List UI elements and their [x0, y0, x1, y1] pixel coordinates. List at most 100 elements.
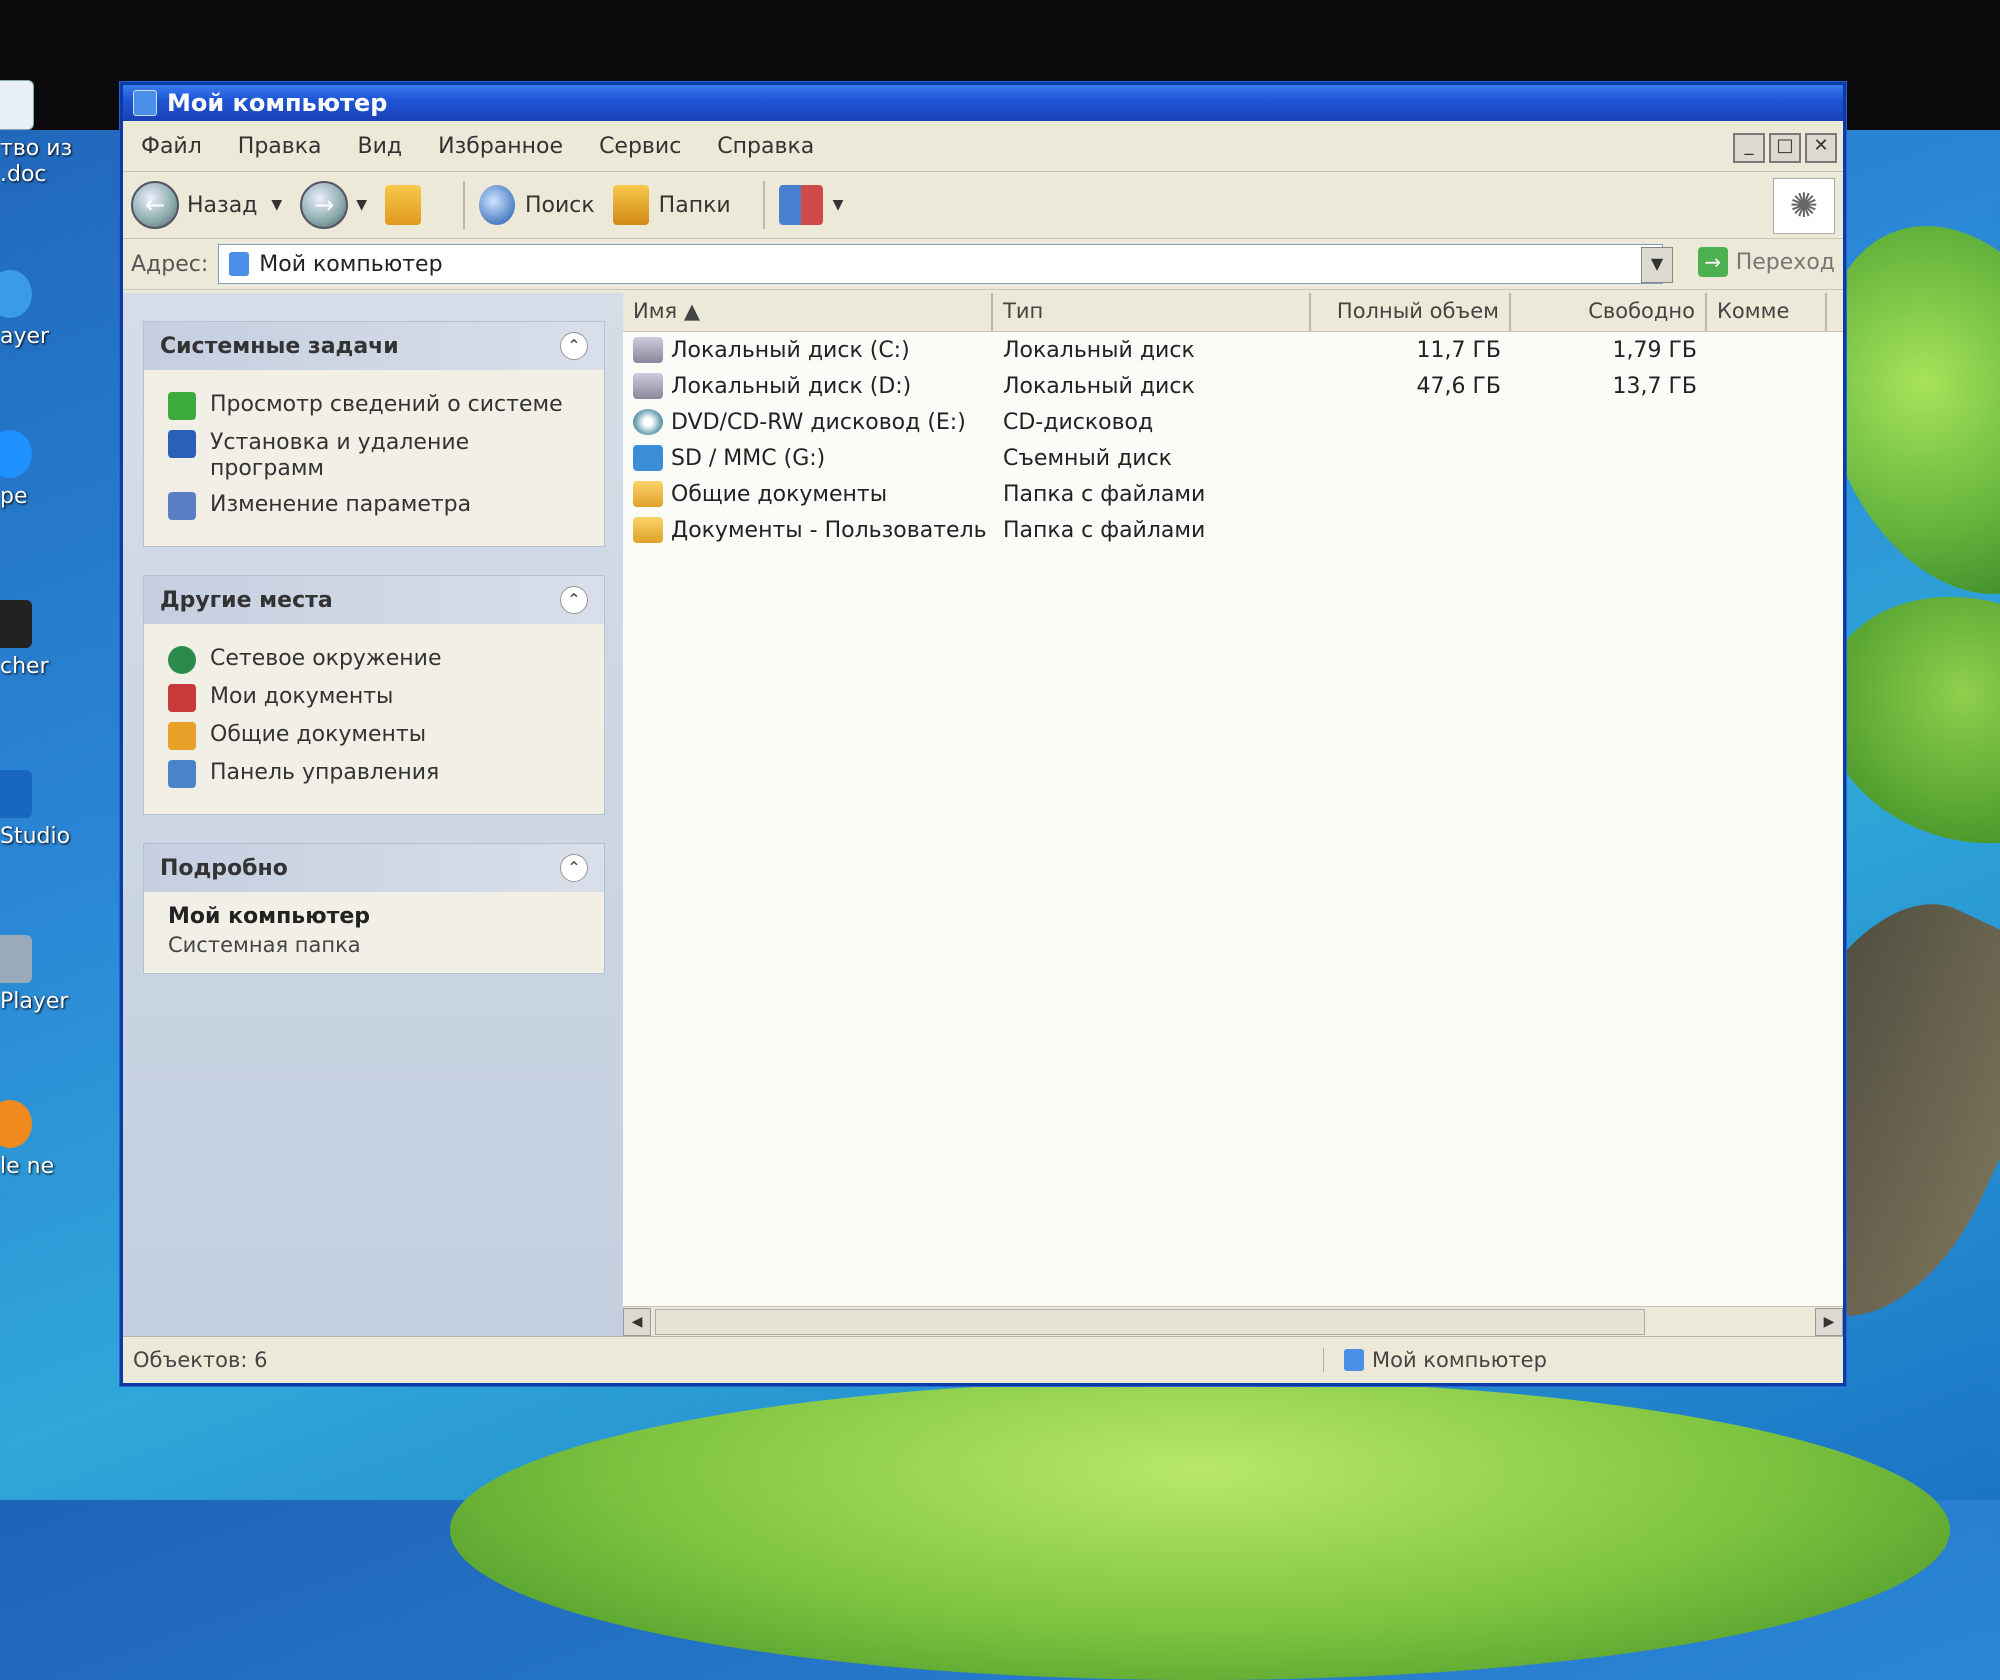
back-button[interactable]: ← Назад ▼ — [131, 181, 282, 229]
collapse-icon[interactable]: ⌃ — [560, 854, 588, 882]
search-button[interactable]: Поиск — [478, 185, 595, 225]
system-tasks-header[interactable]: Системные задачи ⌃ — [144, 322, 604, 370]
views-button[interactable]: ▼ — [778, 185, 844, 225]
menu-help[interactable]: Справка — [699, 134, 832, 159]
details-panel: Подробно ⌃ Мой компьютер Системная папка — [143, 843, 605, 974]
toolbar-separator — [762, 181, 765, 229]
task-add-remove-programs[interactable]: Установка и удаление программ — [168, 430, 588, 482]
place-control-panel[interactable]: Панель управления — [168, 760, 588, 788]
go-button[interactable]: → Переход — [1697, 247, 1835, 277]
desktop-icon-player-2[interactable]: Player — [0, 935, 110, 1015]
horizontal-scrollbar[interactable]: ◀ ▶ — [623, 1306, 1843, 1337]
item-size: 11,7 ГБ — [1416, 337, 1502, 363]
network-icon — [168, 646, 196, 674]
desktop-icon-launcher[interactable]: cher — [0, 600, 110, 680]
place-label: Общие документы — [210, 722, 427, 747]
place-my-documents[interactable]: Мои документы — [168, 684, 588, 712]
wallpaper-leaf — [450, 1380, 1950, 1680]
player-icon — [0, 270, 32, 318]
item-free: 1,79 ГБ — [1612, 337, 1698, 363]
desktop-icon-doc[interactable]: тво из .doc — [0, 80, 110, 188]
collapse-icon[interactable]: ⌃ — [560, 332, 588, 360]
column-header-type[interactable]: Тип — [993, 293, 1311, 331]
menu-edit[interactable]: Правка — [220, 134, 340, 159]
scroll-right-icon[interactable]: ▶ — [1815, 1308, 1843, 1336]
item-name: Локальный диск (C:) — [671, 337, 910, 363]
item-type: Папка с файлами — [1003, 517, 1206, 543]
item-type: Локальный диск — [1003, 337, 1195, 363]
forward-button[interactable]: → ▼ — [300, 181, 367, 229]
chevron-down-icon[interactable]: ▼ — [271, 197, 282, 213]
list-item[interactable]: SD / MMC (G:) Съемный диск — [623, 440, 1843, 476]
title-bar[interactable]: Мой компьютер — [123, 85, 1843, 121]
chevron-down-icon[interactable]: ▼ — [356, 197, 367, 213]
menu-view[interactable]: Вид — [340, 134, 421, 159]
computer-icon — [229, 252, 250, 276]
scroll-left-icon[interactable]: ◀ — [623, 1308, 651, 1336]
close-button[interactable]: ✕ — [1805, 133, 1837, 163]
desktop-icon-player[interactable]: ayer — [0, 270, 110, 350]
task-view-system-info[interactable]: Просмотр сведений о системе — [168, 392, 588, 420]
folders-label: Папки — [658, 192, 731, 218]
back-arrow-icon: ← — [131, 181, 179, 229]
column-header-size[interactable]: Полный объем — [1311, 293, 1511, 331]
desktop-icon-studio[interactable]: Studio — [0, 770, 110, 850]
desktop-icon-label: Player — [0, 989, 69, 1014]
player-icon — [0, 935, 32, 983]
search-label: Поиск — [524, 192, 595, 218]
folders-icon — [612, 185, 649, 225]
launcher-icon — [0, 600, 32, 648]
windows-throbber-icon: ✺ — [1773, 178, 1835, 234]
column-header-comment[interactable]: Комме — [1707, 293, 1827, 331]
column-header-free[interactable]: Свободно — [1511, 293, 1707, 331]
task-change-setting[interactable]: Изменение параметра — [168, 492, 588, 520]
chevron-down-icon: ▼ — [832, 197, 844, 213]
status-location: Мой компьютер — [1324, 1348, 1547, 1372]
window-title: Мой компьютер — [167, 89, 388, 117]
list-item[interactable]: Общие документы Папка с файлами — [623, 476, 1843, 512]
menu-bar: Файл Правка Вид Избранное Сервис Справка… — [123, 121, 1843, 172]
column-header-name[interactable]: Имя ▲ — [623, 293, 993, 331]
details-header[interactable]: Подробно ⌃ — [144, 844, 604, 892]
other-places-panel: Другие места ⌃ Сетевое окружение Мои док… — [143, 575, 605, 815]
list-item[interactable]: Локальный диск (D:) Локальный диск 47,6 … — [623, 368, 1843, 404]
column-headers: Имя ▲ Тип Полный объем Свободно Комме — [623, 293, 1843, 332]
desktop-icon-skype[interactable]: pe — [0, 430, 110, 510]
list-item[interactable]: Документы - Пользователь Папка с файлами — [623, 512, 1843, 548]
checkmark-icon — [168, 392, 196, 420]
menu-tools[interactable]: Сервис — [581, 134, 699, 159]
item-free: 13,7 ГБ — [1612, 373, 1698, 399]
address-dropdown-button[interactable]: ▼ — [1641, 247, 1673, 283]
minimize-button[interactable]: _ — [1733, 133, 1765, 163]
place-network[interactable]: Сетевое окружение — [168, 646, 588, 674]
menu-file[interactable]: Файл — [123, 134, 220, 159]
other-places-title: Другие места — [160, 587, 333, 613]
item-size: 47,6 ГБ — [1416, 373, 1502, 399]
address-input[interactable]: Мой компьютер — [218, 244, 1663, 284]
studio-icon — [0, 770, 32, 818]
task-label: Изменение параметра — [210, 492, 472, 517]
explorer-window: Мой компьютер Файл Правка Вид Избранное … — [120, 82, 1846, 1386]
up-folder-icon — [384, 185, 421, 225]
hard-drive-icon — [633, 373, 663, 399]
other-places-header[interactable]: Другие места ⌃ — [144, 576, 604, 624]
system-tasks-title: Системные задачи — [160, 333, 399, 359]
desktop-icon-label: pe — [0, 484, 28, 509]
folders-button[interactable]: Папки — [612, 185, 731, 225]
window-content: Системные задачи ⌃ Просмотр сведений о с… — [123, 293, 1843, 1337]
place-label: Сетевое окружение — [210, 646, 442, 671]
up-folder-button[interactable] — [384, 185, 431, 225]
maximize-button[interactable]: □ — [1769, 133, 1801, 163]
list-item[interactable]: DVD/CD-RW дисковод (E:) CD-дисковод — [623, 404, 1843, 440]
skype-icon — [0, 430, 32, 478]
desktop-icon-browser[interactable]: le ne — [0, 1100, 110, 1180]
collapse-icon[interactable]: ⌃ — [560, 586, 588, 614]
folder-icon — [168, 722, 196, 750]
list-item[interactable]: Локальный диск (C:) Локальный диск 11,7 … — [623, 332, 1843, 368]
task-label: Установка и удаление программ — [210, 430, 470, 481]
scrollbar-thumb[interactable] — [655, 1309, 1645, 1335]
menu-favorites[interactable]: Избранное — [420, 134, 581, 159]
place-shared-documents[interactable]: Общие документы — [168, 722, 588, 750]
desktop-icon-label: тво из .doc — [0, 136, 73, 187]
item-type: Съемный диск — [1003, 445, 1172, 471]
